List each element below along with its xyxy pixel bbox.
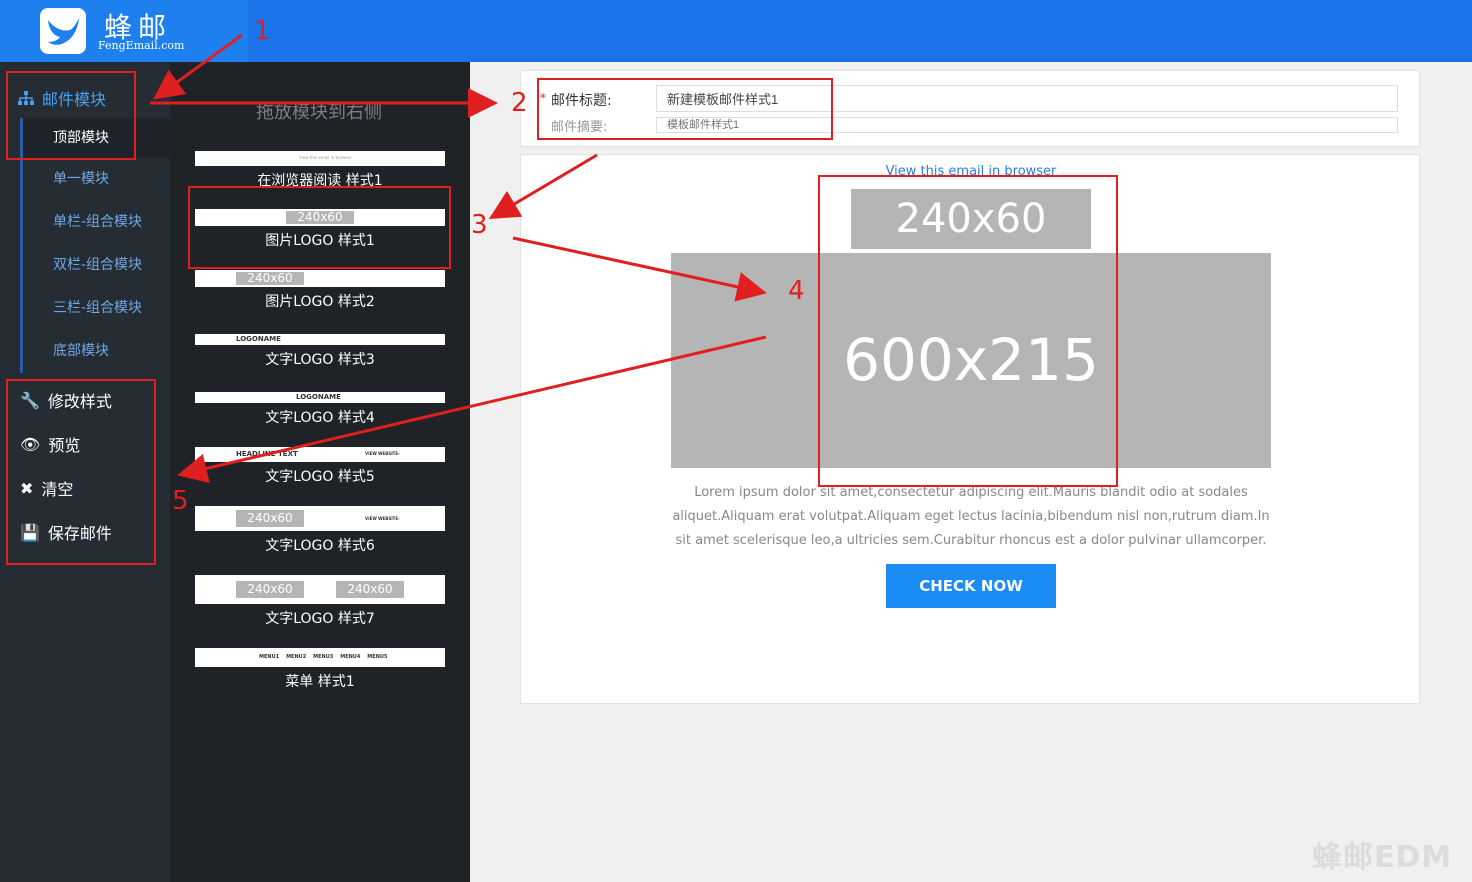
- annotation-number-2: 2: [511, 88, 528, 118]
- annotation-number-4: 4: [788, 276, 805, 306]
- annotation-number-3: 3: [471, 210, 488, 240]
- annotation-arrows: [150, 33, 767, 484]
- watermark: 蜂邮EDM: [1312, 840, 1453, 875]
- annotation-number-5: 5: [172, 486, 189, 516]
- annotation-number-1: 1: [254, 16, 271, 46]
